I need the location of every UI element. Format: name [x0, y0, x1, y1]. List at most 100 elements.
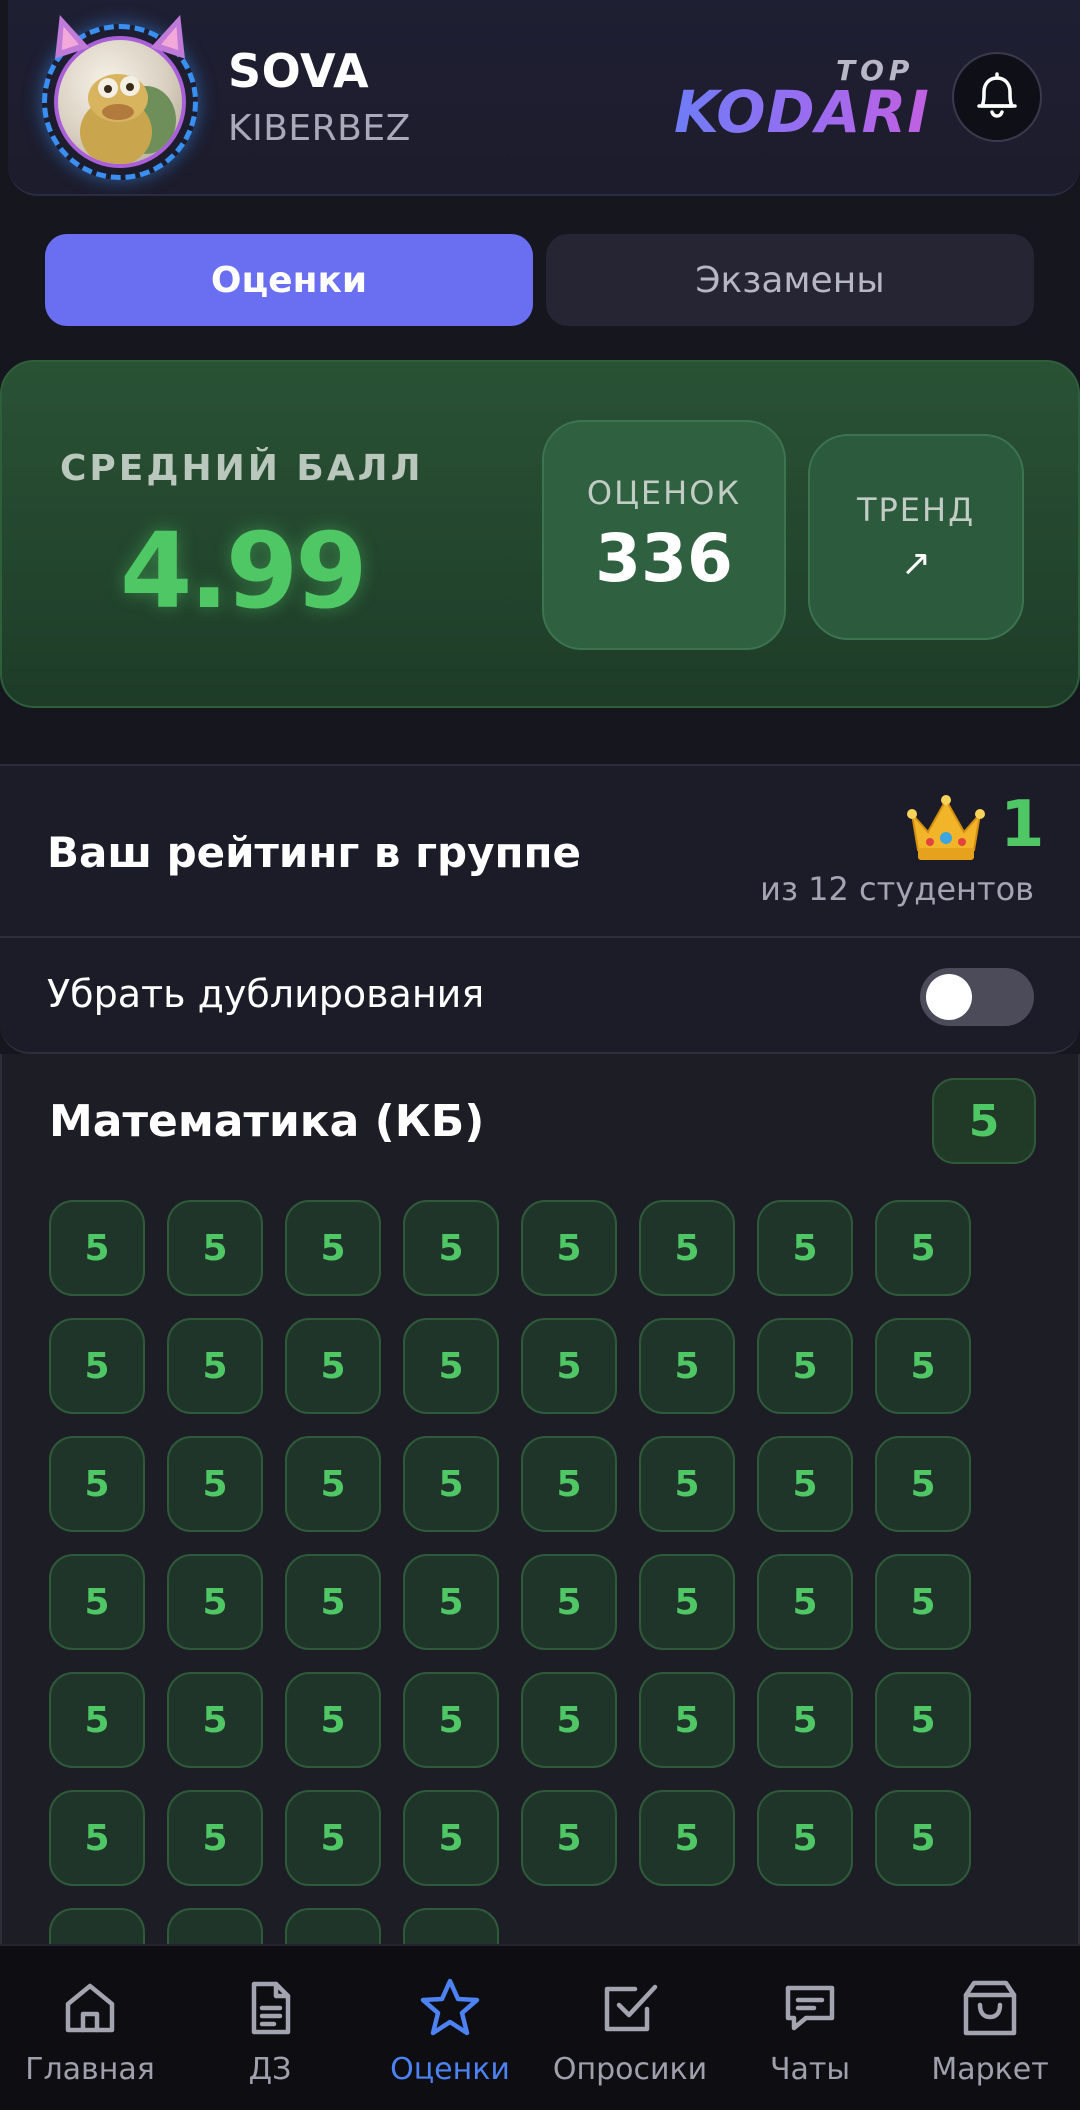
avatar[interactable]: [38, 9, 202, 180]
grade-badge[interactable]: 5: [285, 1554, 381, 1650]
grade-badge[interactable]: 5: [167, 1318, 263, 1414]
grade-badge[interactable]: 5: [167, 1554, 263, 1650]
grade-badge[interactable]: 5: [403, 1318, 499, 1414]
user-name: SOVA: [228, 44, 370, 98]
subject-title: Математика (КБ): [49, 1096, 485, 1147]
grade-badge[interactable]: 5: [49, 1790, 145, 1886]
checkbox-icon: [598, 1976, 662, 2040]
nav-item-polls[interactable]: Опросики: [540, 1946, 720, 2110]
average-summary-card: СРЕДНИЙ БАЛЛ 4.99 ОЦЕНОК 336 ТРЕНД ↗: [0, 360, 1080, 708]
grade-badge[interactable]: [49, 1908, 145, 1944]
tab-exams[interactable]: Экзамены: [546, 234, 1034, 326]
nav-label-homework: ДЗ: [248, 2052, 292, 2087]
grade-badge[interactable]: 5: [285, 1790, 381, 1886]
grade-badge[interactable]: 5: [403, 1554, 499, 1650]
grade-badge[interactable]: 5: [167, 1436, 263, 1532]
grade-badge[interactable]: [403, 1908, 499, 1944]
grade-badge[interactable]: 5: [639, 1672, 735, 1768]
nav-label-grades: Оценки: [390, 2052, 510, 2087]
grade-badge[interactable]: 5: [639, 1200, 735, 1296]
trend-box: ТРЕНД ↗: [808, 434, 1024, 640]
grade-badge[interactable]: 5: [757, 1672, 853, 1768]
subject-card: Математика (КБ) 5 5 5 5 5 5 5 5 5 5 5 5 …: [0, 1054, 1080, 1944]
grade-badge[interactable]: 5: [167, 1790, 263, 1886]
grade-badge[interactable]: 5: [757, 1200, 853, 1296]
nav-item-market[interactable]: Маркет: [900, 1946, 1080, 2110]
brand-logo: KODARI: [674, 78, 930, 146]
grade-badge[interactable]: 5: [521, 1790, 617, 1886]
bell-icon: [974, 70, 1020, 124]
nav-item-homework[interactable]: ДЗ: [180, 1946, 360, 2110]
crown-icon: [906, 792, 986, 868]
grade-badge[interactable]: 5: [403, 1436, 499, 1532]
nav-label-home: Главная: [25, 2052, 155, 2087]
grade-badge[interactable]: 5: [757, 1318, 853, 1414]
group-rating: Ваш рейтинг в группе 1 из 12 студентов: [0, 764, 1080, 938]
grade-badge[interactable]: 5: [49, 1318, 145, 1414]
grade-badge[interactable]: 5: [875, 1672, 971, 1768]
document-icon: [238, 1976, 302, 2040]
notifications-button[interactable]: [952, 52, 1042, 142]
remove-duplicates-toggle[interactable]: [920, 968, 1034, 1026]
grade-badge[interactable]: 5: [521, 1554, 617, 1650]
grades-count-value: 336: [595, 519, 733, 597]
grades-count-label: ОЦЕНОК: [586, 473, 742, 512]
grade-badge[interactable]: 5: [639, 1790, 735, 1886]
average-value: 4.99: [120, 510, 368, 632]
grade-badge[interactable]: 5: [875, 1200, 971, 1296]
grade-badge[interactable]: 5: [875, 1318, 971, 1414]
grade-badge[interactable]: 5: [521, 1200, 617, 1296]
tab-grades[interactable]: Оценки: [45, 234, 533, 326]
grade-badge[interactable]: 5: [49, 1436, 145, 1532]
grade-badge[interactable]: [285, 1908, 381, 1944]
trend-up-icon: ↗: [900, 542, 932, 584]
grade-badge[interactable]: 5: [285, 1200, 381, 1296]
user-group: KIBERBEZ: [228, 108, 411, 149]
chat-icon: [778, 1976, 842, 2040]
grade-badge[interactable]: 5: [757, 1554, 853, 1650]
grade-badge[interactable]: 5: [639, 1436, 735, 1532]
grade-badge[interactable]: 5: [403, 1200, 499, 1296]
grade-badge[interactable]: 5: [875, 1554, 971, 1650]
grade-badge[interactable]: 5: [639, 1318, 735, 1414]
grade-badge[interactable]: [167, 1908, 263, 1944]
profile-header: SOVA KIBERBEZ TOP KODARI: [8, 0, 1080, 196]
grade-badge[interactable]: 5: [49, 1554, 145, 1650]
grade-badge[interactable]: 5: [49, 1672, 145, 1768]
grade-badge[interactable]: 5: [285, 1672, 381, 1768]
star-icon: [418, 1976, 482, 2040]
grade-badge[interactable]: 5: [521, 1318, 617, 1414]
remove-duplicates-row: Убрать дублирования: [0, 938, 1080, 1054]
nav-item-chats[interactable]: Чаты: [720, 1946, 900, 2110]
grade-badge[interactable]: 5: [167, 1672, 263, 1768]
grade-badge[interactable]: 5: [875, 1790, 971, 1886]
grade-badge[interactable]: 5: [403, 1790, 499, 1886]
grade-badge[interactable]: 5: [757, 1790, 853, 1886]
nav-item-grades[interactable]: Оценки: [360, 1946, 540, 2110]
rating-subtitle: из 12 студентов: [760, 870, 1034, 908]
subject-average-badge: 5: [932, 1078, 1036, 1164]
bottom-navigation: Главная ДЗ Оценки Опросики Чаты Маркет: [0, 1944, 1080, 2110]
grade-badge[interactable]: 5: [639, 1554, 735, 1650]
average-label: СРЕДНИЙ БАЛЛ: [60, 448, 424, 489]
shopping-bag-icon: [958, 1976, 1022, 2040]
trend-label: ТРЕНД: [856, 490, 976, 529]
grade-badge[interactable]: 5: [403, 1672, 499, 1768]
grade-badge[interactable]: 5: [285, 1436, 381, 1532]
grades-count-box: ОЦЕНОК 336: [542, 420, 786, 650]
grade-badge[interactable]: 5: [167, 1200, 263, 1296]
nav-label-polls: Опросики: [552, 2052, 708, 2087]
grade-badge[interactable]: 5: [521, 1436, 617, 1532]
remove-duplicates-label: Убрать дублирования: [47, 972, 485, 1016]
toggle-knob: [926, 974, 972, 1020]
home-icon: [58, 1976, 122, 2040]
grade-badge[interactable]: 5: [285, 1318, 381, 1414]
grade-badge[interactable]: 5: [49, 1200, 145, 1296]
grade-badge[interactable]: 5: [757, 1436, 853, 1532]
grade-badge[interactable]: 5: [521, 1672, 617, 1768]
nav-label-market: Маркет: [931, 2052, 1049, 2087]
nav-item-home[interactable]: Главная: [0, 1946, 180, 2110]
avatar-image: [54, 36, 186, 168]
grade-badge[interactable]: 5: [875, 1436, 971, 1532]
rating-title: Ваш рейтинг в группе: [47, 828, 582, 877]
